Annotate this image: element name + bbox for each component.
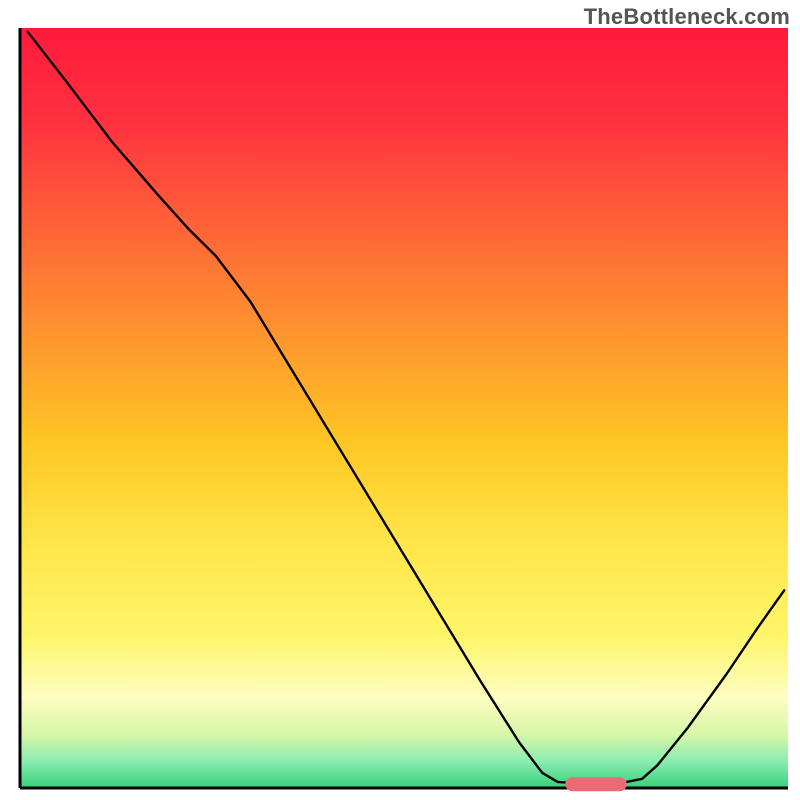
watermark-text: TheBottleneck.com bbox=[584, 4, 790, 30]
chart-background bbox=[20, 28, 788, 788]
chart-container: TheBottleneck.com bbox=[0, 0, 800, 800]
bottleneck-chart bbox=[0, 0, 800, 800]
optimum-marker bbox=[565, 777, 626, 791]
